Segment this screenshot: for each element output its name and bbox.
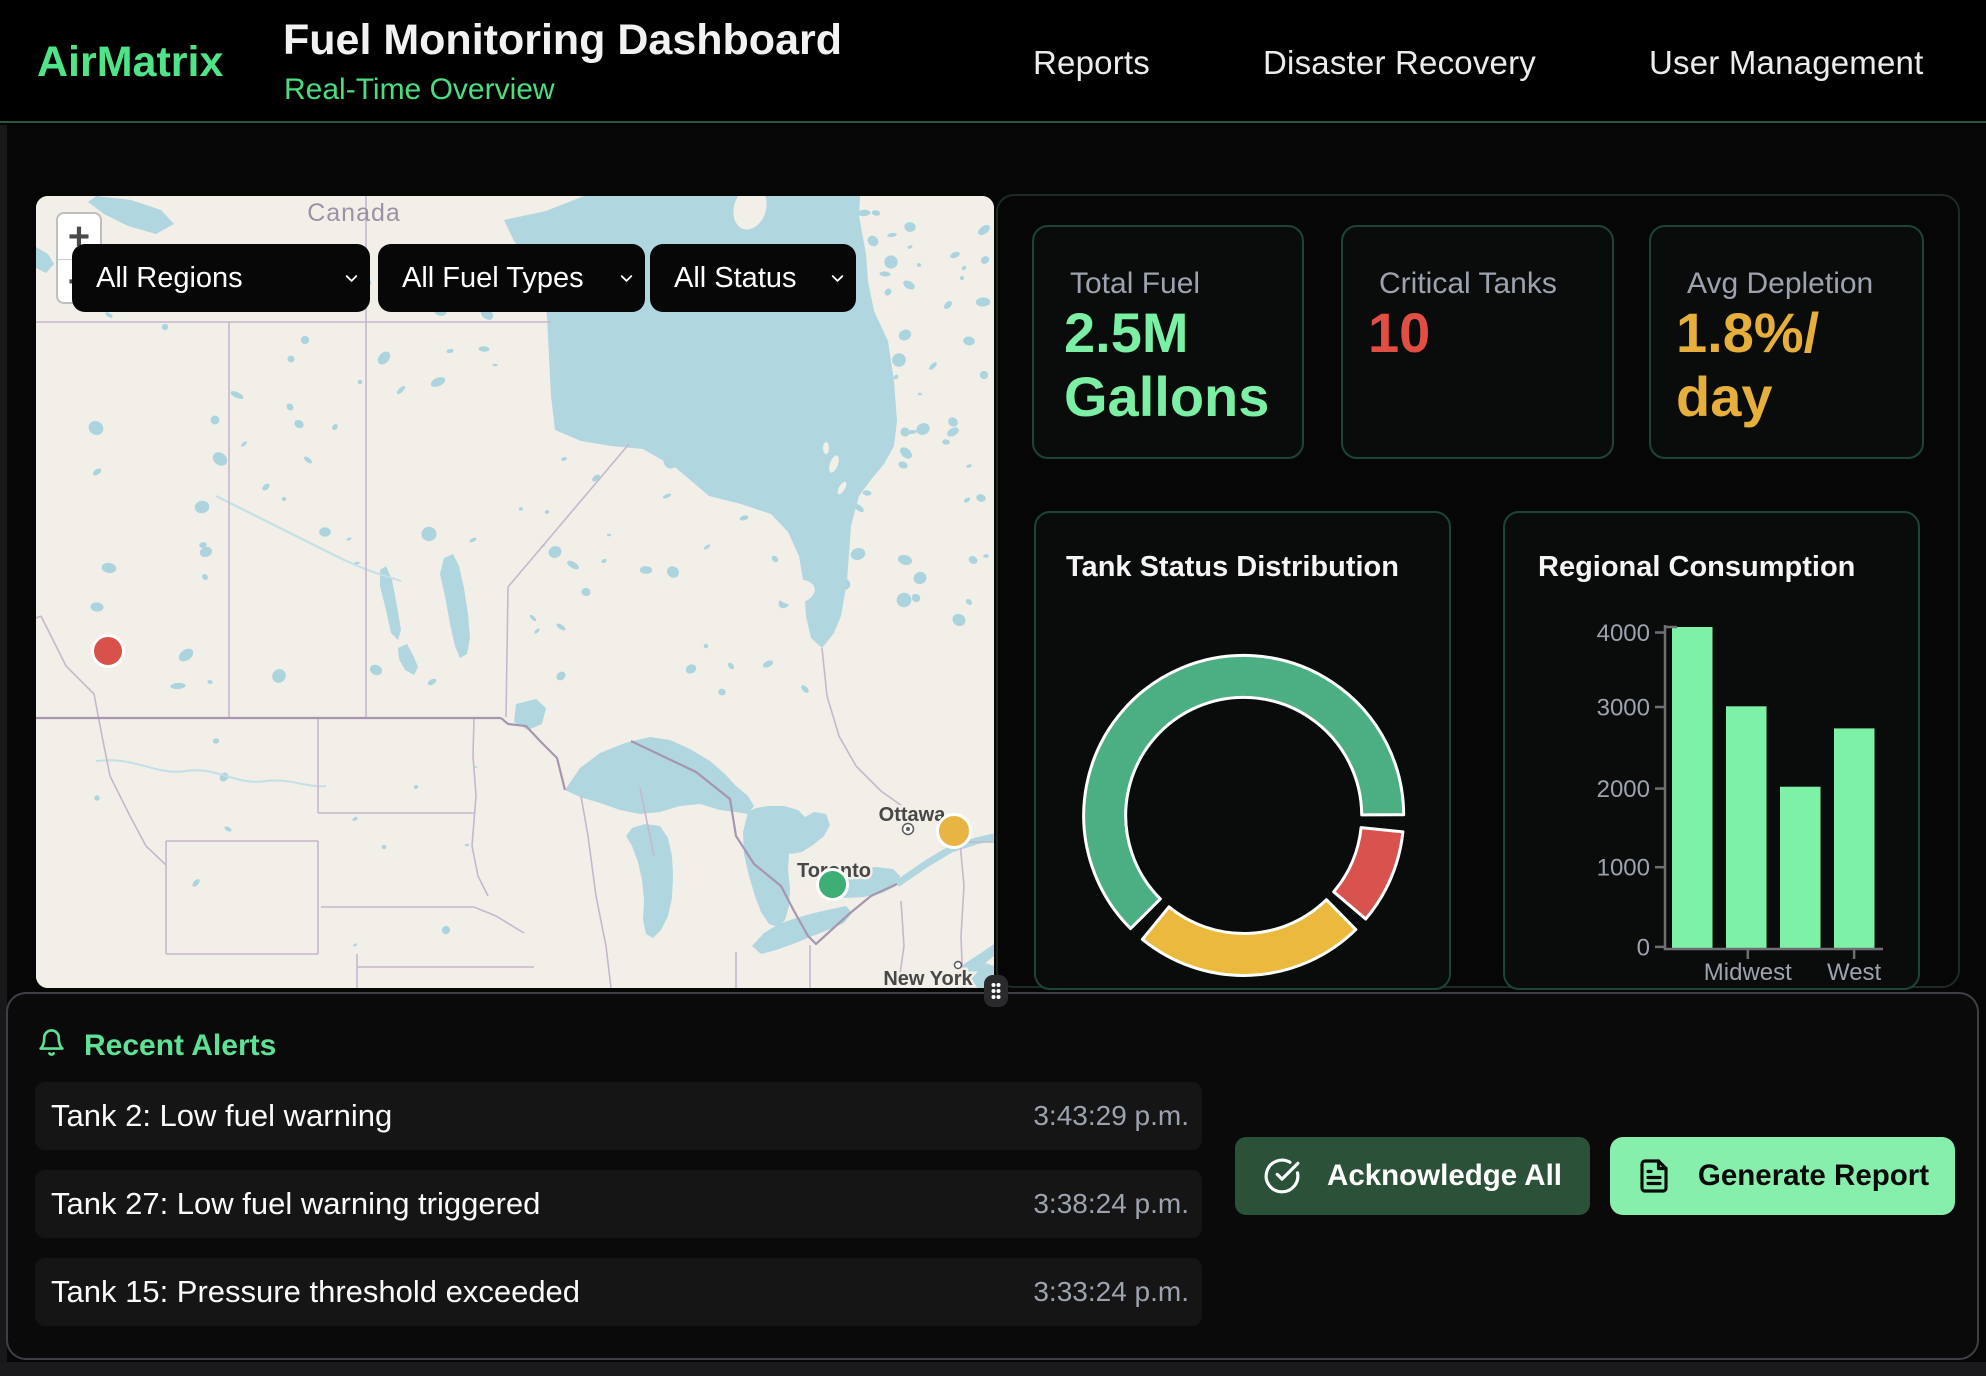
svg-text:New York: New York xyxy=(883,968,973,988)
svg-text:West: West xyxy=(1827,959,1882,986)
svg-text:4000: 4000 xyxy=(1597,620,1650,647)
svg-text:Ottawa: Ottawa xyxy=(879,804,947,826)
svg-text:Midwest: Midwest xyxy=(1704,959,1792,986)
svg-text:Canada: Canada xyxy=(307,199,401,227)
svg-text:0: 0 xyxy=(1637,934,1650,961)
svg-text:1000: 1000 xyxy=(1597,855,1650,882)
svg-text:3000: 3000 xyxy=(1597,695,1650,722)
svg-text:2000: 2000 xyxy=(1597,776,1650,803)
